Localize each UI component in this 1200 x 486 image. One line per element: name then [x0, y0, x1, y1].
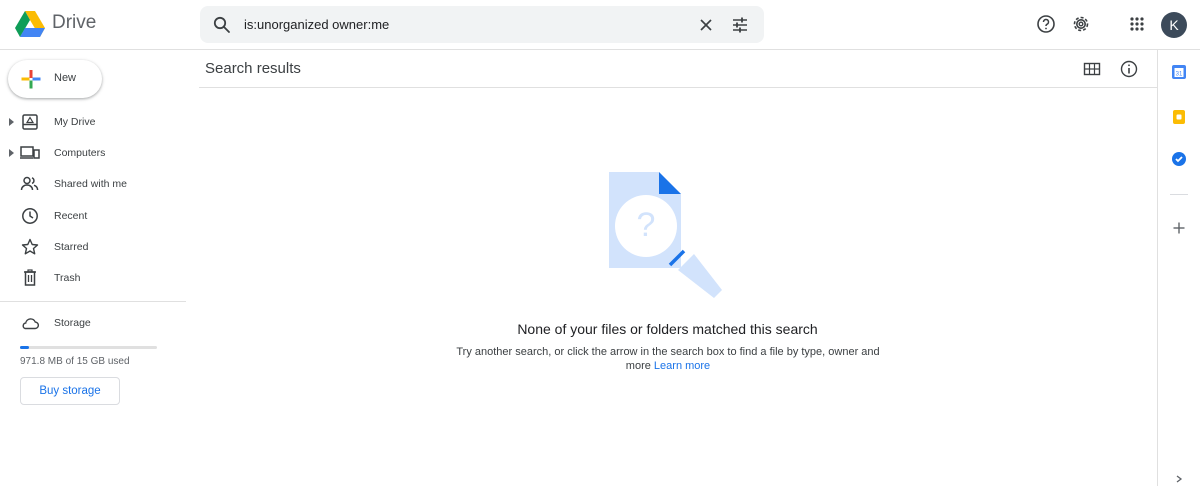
add-icon[interactable]	[1171, 220, 1187, 236]
google-drive-logo-icon[interactable]	[15, 10, 45, 38]
sidebar-item-label: My Drive	[54, 116, 96, 128]
search-icon[interactable]	[212, 15, 232, 35]
sidebar-item-label: Starred	[54, 241, 89, 253]
account-avatar[interactable]: K	[1161, 12, 1187, 38]
new-button-label: New	[54, 72, 77, 84]
trash-icon	[24, 269, 36, 286]
help-icon[interactable]	[1035, 13, 1057, 35]
storage-used-text: 971.8 MB of 15 GB used	[20, 356, 130, 367]
app-brand-name[interactable]: Drive	[52, 12, 96, 34]
plus-icon	[21, 70, 41, 89]
search-bar[interactable]: is:unorganized owner:me	[200, 6, 764, 43]
sidebar-item-trash[interactable]: Trash	[0, 264, 186, 292]
drive-app: Drive is:unorganized owner:me K New My D…	[0, 0, 1200, 486]
search-input[interactable]: is:unorganized owner:me	[244, 17, 389, 32]
sidebar-item-label: Trash	[54, 272, 81, 284]
page-title: Search results	[205, 60, 301, 77]
settings-icon[interactable]	[1070, 13, 1092, 35]
info-icon[interactable]	[1119, 59, 1139, 79]
svg-text:?: ?	[637, 206, 656, 244]
learn-more-link[interactable]: Learn more	[654, 360, 710, 372]
people-icon	[20, 176, 39, 191]
clock-icon	[22, 208, 38, 224]
apps-icon[interactable]	[1126, 13, 1148, 35]
tune-icon[interactable]	[730, 15, 750, 35]
sidebar-item-label: Shared with me	[54, 178, 127, 190]
calendar-icon[interactable]: 31	[1171, 64, 1187, 80]
grid-view-icon[interactable]	[1082, 59, 1102, 79]
sidebar-item-my-drive[interactable]: My Drive	[0, 108, 186, 136]
empty-state-title: None of your files or folders matched th…	[517, 321, 818, 337]
sidebar-item-label: Computers	[54, 147, 106, 159]
sidebar-divider	[0, 301, 186, 302]
sidebar-item-recent[interactable]: Recent	[0, 202, 186, 230]
sidebar-item-shared-with-me[interactable]: Shared with me	[0, 170, 186, 198]
sidebar: New My Drive Computers Shared with me Re…	[0, 50, 190, 486]
new-button[interactable]: New	[8, 60, 102, 98]
sidebar-item-computers[interactable]: Computers	[0, 139, 186, 167]
expand-caret-icon[interactable]	[9, 149, 14, 157]
sidebar-item-starred[interactable]: Starred	[0, 233, 186, 261]
my-drive-icon	[22, 114, 38, 130]
search-not-found-illustration-icon: ?	[609, 172, 722, 298]
storage-usage-fill	[20, 346, 29, 349]
cloud-icon	[22, 318, 40, 330]
rail-divider	[1170, 194, 1188, 195]
empty-state-description: Try another search, or click the arrow i…	[448, 345, 888, 373]
expand-caret-icon[interactable]	[9, 118, 14, 126]
sidebar-item-storage[interactable]: Storage	[0, 309, 186, 337]
chevron-right-icon[interactable]	[1174, 474, 1184, 484]
computers-icon	[20, 146, 40, 159]
tasks-icon[interactable]	[1171, 151, 1187, 167]
sidebar-item-label: Recent	[54, 210, 88, 222]
main-content: Search results ? None of your files or f…	[190, 50, 1157, 486]
side-panel-rail: 31	[1157, 50, 1200, 486]
storage-label: Storage	[54, 317, 91, 329]
keep-icon[interactable]	[1171, 109, 1187, 125]
header-divider	[199, 87, 1157, 88]
svg-text:31: 31	[1176, 72, 1183, 78]
buy-storage-button[interactable]: Buy storage	[20, 377, 120, 405]
top-bar: Drive is:unorganized owner:me K	[0, 0, 1200, 50]
storage-usage-bar	[20, 346, 157, 349]
star-icon	[21, 238, 39, 255]
close-icon[interactable]	[696, 15, 716, 35]
